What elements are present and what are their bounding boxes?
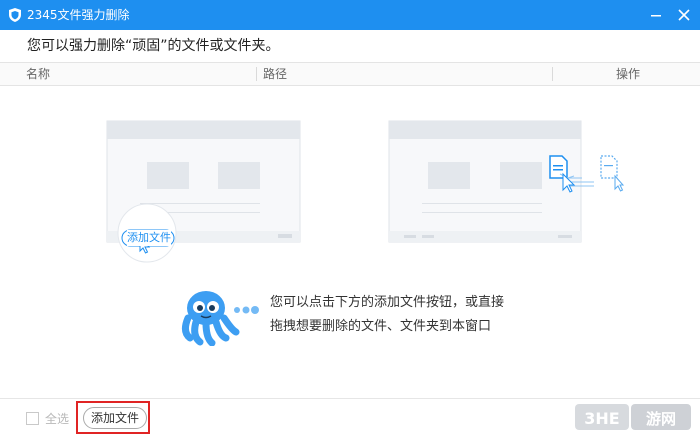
drag-file-illustration bbox=[388, 120, 625, 243]
title-bar: 2345文件强力删除 bbox=[0, 0, 700, 30]
watermark-left-text: 3HE bbox=[584, 409, 619, 428]
file-icon bbox=[549, 155, 568, 179]
column-action[interactable]: 操作 bbox=[616, 66, 640, 82]
drag-hint-text: 您可以点击下方的添加文件按钮，或直接 拖拽想要删除的文件、文件夹到本窗口 bbox=[270, 291, 504, 339]
add-file-illustration-label: 添加文件 bbox=[127, 230, 171, 246]
add-file-button[interactable]: 添加文件 bbox=[83, 407, 147, 429]
octopus-mascot-icon bbox=[181, 291, 259, 346]
close-icon[interactable] bbox=[674, 5, 694, 25]
hint-line: 拖拽想要删除的文件、文件夹到本窗口 bbox=[270, 319, 492, 334]
shield-icon bbox=[9, 8, 21, 22]
column-name[interactable]: 名称 bbox=[26, 66, 50, 82]
watermark-right-text: 游网 bbox=[646, 410, 676, 428]
select-all-checkbox[interactable] bbox=[26, 412, 39, 425]
select-all-label[interactable]: 全选 bbox=[45, 411, 69, 427]
column-separator[interactable] bbox=[552, 67, 553, 81]
column-path[interactable]: 路径 bbox=[263, 66, 287, 82]
page-subtitle: 您可以强力删除“顽固”的文件或文件夹。 bbox=[27, 38, 280, 54]
file-icon bbox=[600, 155, 618, 179]
list-column-header: 名称 路径 操作 bbox=[0, 62, 700, 86]
window-title: 2345文件强力删除 bbox=[27, 8, 130, 22]
column-separator[interactable] bbox=[256, 67, 257, 81]
minimize-icon[interactable] bbox=[646, 5, 666, 25]
hint-line: 您可以点击下方的添加文件按钮，或直接 bbox=[270, 295, 505, 310]
watermark-logo: 3HE 游网 bbox=[575, 404, 691, 430]
